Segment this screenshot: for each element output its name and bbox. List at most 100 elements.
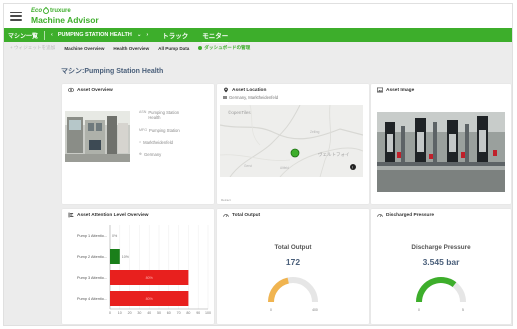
discharged-pressure-card: Discharged Pressure Discharge Pressure 3… — [371, 209, 511, 324]
app-title: Machine Advisor — [31, 14, 99, 25]
x-tick-label: 10 — [118, 311, 122, 315]
asset-field-value: Germany — [144, 152, 162, 157]
gauge-min-label: 0 — [270, 308, 272, 312]
map-pin-icon — [224, 87, 228, 93]
asset-field: ASN Pumping Station Health — [139, 110, 188, 121]
location-map[interactable]: ©openTiles ヴェルトフォイ Zelling Altfeld Gerst… — [220, 105, 363, 177]
x-tick-label: 50 — [157, 311, 161, 315]
category-label: Pump 3 Attentio... — [77, 276, 107, 280]
category-label: Pump 2 Attentio... — [77, 255, 107, 259]
map-place-label: Altfeld — [280, 166, 289, 170]
map-place-label: ヴェルトフォイ — [318, 151, 350, 158]
bar-value-label: 80% — [146, 297, 154, 301]
machine-list-link[interactable]: マシン一覧 — [8, 31, 38, 40]
gauge-max-label: 400 — [312, 308, 318, 312]
category-label: Pump 1 Attentio... — [77, 234, 107, 238]
gauge-fill — [416, 277, 457, 303]
bar-value-label: 0% — [112, 234, 118, 238]
tab-machine-overview[interactable]: Machine Overview — [64, 46, 104, 51]
card-header: Asset Attention Level Overview — [62, 209, 214, 221]
pin-small-icon — [223, 96, 227, 99]
location-icon: ⌂ — [139, 139, 142, 144]
card-title: Total Output — [232, 212, 261, 218]
chevron-left-icon[interactable]: ‹ — [51, 32, 53, 38]
map-attribution: Retract — [221, 198, 231, 202]
x-tick-label: 80 — [186, 311, 190, 315]
manage-dashboard-label: ダッシュボードの管理 — [204, 45, 251, 50]
brand: Eco truxure Machine Advisor — [31, 6, 99, 25]
tab-health-overview[interactable]: Health Overview — [113, 46, 149, 51]
settings-icon — [198, 46, 203, 50]
add-widget-button[interactable]: + ウィジェットを追加 — [10, 45, 55, 51]
card-header: Total Output — [217, 209, 369, 221]
gauge-min-label: 0 — [418, 308, 420, 312]
globe-icon: ⊕ — [139, 152, 143, 156]
x-tick-label: 60 — [167, 311, 171, 315]
x-tick-label: 100 — [205, 311, 211, 315]
eye-icon — [68, 87, 74, 93]
x-tick-label: 70 — [177, 311, 181, 315]
asset-field-value: Marktheidenfeld — [143, 139, 173, 145]
hamburger-menu-icon[interactable] — [10, 11, 22, 21]
tag-icon: ASN — [139, 110, 147, 114]
gauge-icon — [223, 214, 229, 217]
map-brand: ©openTiles — [228, 109, 251, 115]
manage-dashboard-button[interactable]: ダッシュボードの管理 — [198, 45, 250, 51]
asset-overview-card: Asset Overview ASN Pumping Station Health… — [62, 84, 214, 204]
asset-field: MFG Pumping Station — [139, 128, 188, 133]
total-output-gauge: 0 400 — [268, 277, 318, 312]
gauge-value: 172 — [285, 257, 301, 267]
asset-field-value: Pumping Station Health — [148, 110, 180, 121]
asset-image-card: Asset Image — [371, 84, 511, 204]
bar[interactable] — [110, 249, 120, 264]
card-title: Discharged Pressure — [386, 212, 434, 218]
bar-value-label: 10% — [122, 255, 130, 259]
asset-field: ⌂ Marktheidenfeld — [139, 140, 188, 145]
attention-card: Asset Attention Level Overview 0 10 20 30 40… — [62, 209, 214, 324]
brand-logo: Eco truxure — [31, 6, 71, 15]
svg-text:i: i — [352, 165, 353, 170]
asset-location-card: Asset Location Germany, Marktheidenfeld … — [217, 84, 369, 204]
x-tick-label: 40 — [147, 311, 151, 315]
category-label: Pump 4 Attentio... — [77, 297, 107, 301]
nav-divider — [44, 30, 46, 40]
app-window: Eco truxure Machine Advisor マシン一覧 ‹ PUMPI… — [3, 3, 513, 326]
gauge-max-label: 5 — [462, 308, 464, 312]
address-text: Germany, Marktheidenfeld — [229, 95, 279, 100]
dashboard-toolbar: + ウィジェットを追加 Machine Overview Health Over… — [4, 42, 512, 54]
gauge-title: Discharge Pressure — [411, 244, 471, 251]
asset-image — [377, 112, 505, 192]
image-icon — [377, 87, 383, 93]
location-address: Germany, Marktheidenfeld — [223, 95, 278, 100]
map-place-label: Zelling — [310, 130, 320, 134]
card-title: Asset Image — [386, 87, 415, 93]
chevron-down-icon[interactable]: ⌄ — [137, 32, 142, 38]
asset-field: ⊕ Germany — [139, 152, 188, 157]
asset-name[interactable]: PUMPING STATION HEALTH — [58, 32, 132, 38]
map-place-label: Gerst — [244, 164, 252, 168]
card-title: Asset Attention Level Overview — [77, 212, 149, 218]
asset-field-value: Pumping Station — [148, 127, 180, 133]
tab-all-pump-data[interactable]: All Pump Data — [158, 46, 189, 51]
location-marker[interactable] — [290, 148, 300, 158]
tab-monitor[interactable]: モニター — [202, 30, 229, 43]
tab-track[interactable]: トラック — [162, 30, 188, 40]
x-tick-label: 20 — [128, 311, 132, 315]
card-title: Asset Location — [232, 87, 267, 93]
leaf-icon — [41, 6, 51, 15]
gauge-value: 3.545 bar — [422, 257, 460, 267]
top-bar: Eco truxure Machine Advisor — [4, 4, 512, 28]
card-header: Discharged Pressure — [371, 209, 511, 221]
x-tick-label: 0 — [109, 311, 111, 315]
asset-selector[interactable]: ‹ PUMPING STATION HEALTH ⌄ › — [51, 32, 148, 38]
x-tick-label: 90 — [196, 311, 200, 315]
total-output-card: Total Output Total Output 172 0 400 — [217, 209, 369, 324]
attention-chart: 0 10 20 30 40 50 60 70 80 90 100 Pump 1 Attentio...… — [62, 221, 214, 321]
card-header: Asset Image — [371, 84, 511, 96]
gauge-fill — [268, 277, 290, 303]
chevron-right-icon[interactable]: › — [146, 32, 148, 38]
x-tick-label: 30 — [137, 311, 141, 315]
card-title: Asset Overview — [77, 87, 113, 93]
factory-icon: MFG — [139, 127, 147, 132]
asset-photo — [65, 111, 130, 162]
